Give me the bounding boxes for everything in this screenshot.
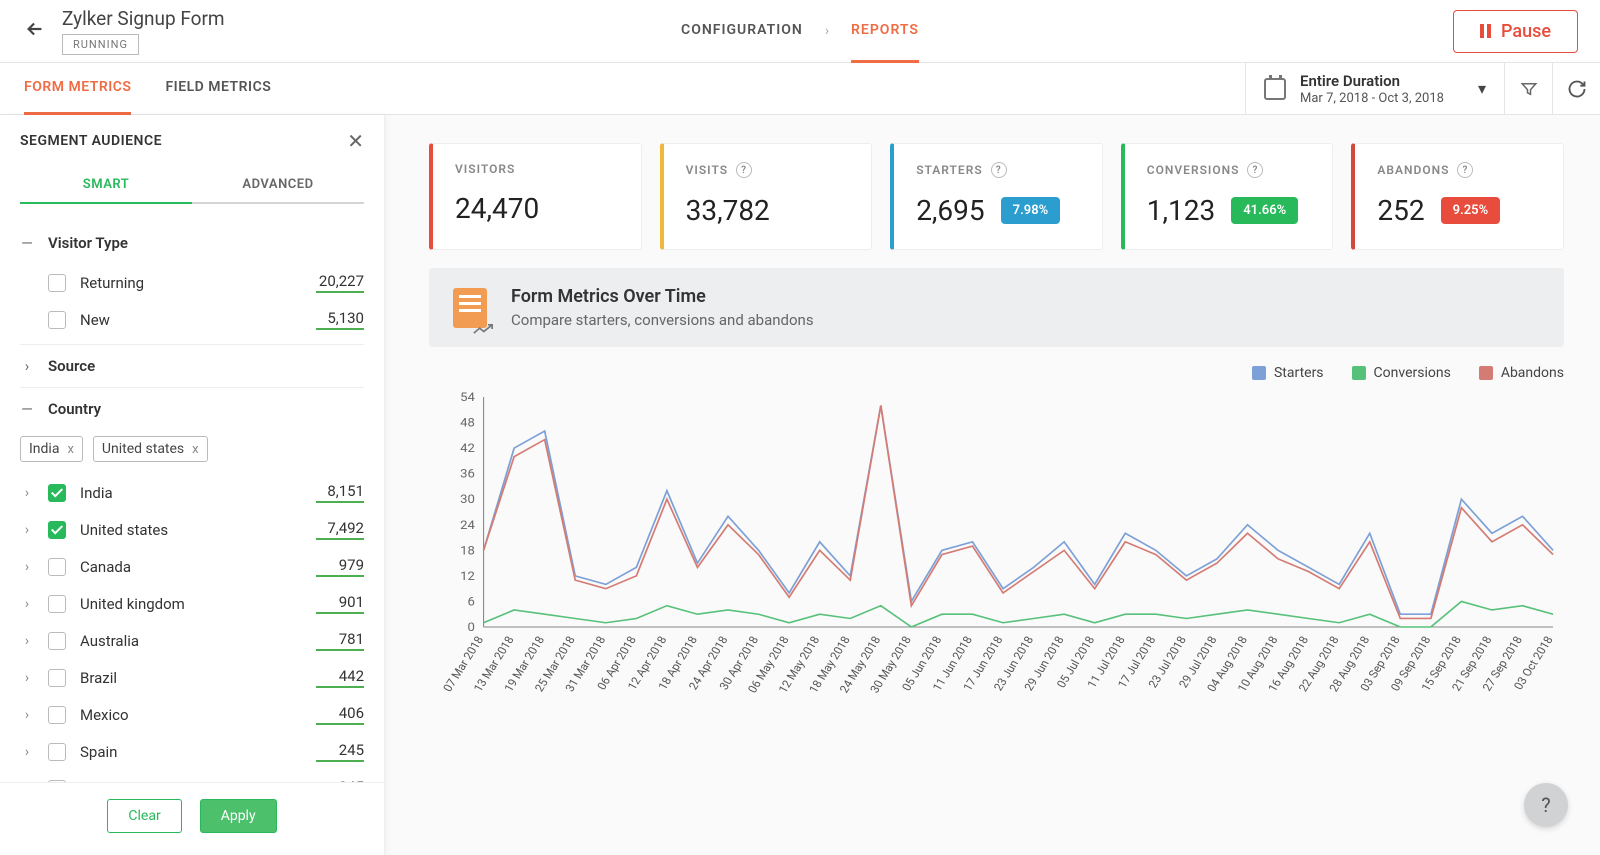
chart-header: Form Metrics Over Time Compare starters,…: [429, 268, 1564, 347]
facet-row-country[interactable]: ›Mexico406: [20, 696, 364, 733]
tab-configuration[interactable]: CONFIGURATION: [681, 0, 803, 63]
facet-visitor-type[interactable]: — Visitor Type: [20, 222, 364, 264]
facet-row-returning[interactable]: Returning 20,227: [20, 264, 364, 301]
expand-icon[interactable]: ›: [20, 559, 34, 575]
facet-row-country[interactable]: ›France245: [20, 770, 364, 782]
chart-legend: Starters Conversions Abandons: [429, 365, 1564, 381]
collapse-icon: —: [20, 234, 34, 252]
help-icon[interactable]: ?: [991, 162, 1007, 178]
facet-row-country[interactable]: ›Australia781: [20, 622, 364, 659]
facet-row-country[interactable]: ›Canada979: [20, 548, 364, 585]
trend-arrow-icon: [473, 324, 493, 334]
svg-text:24: 24: [460, 518, 475, 532]
expand-icon[interactable]: ›: [20, 707, 34, 723]
page-title: Zylker Signup Form: [62, 7, 225, 30]
card-abandons: ABANDONS? 2529.25%: [1351, 143, 1564, 250]
filter-chip-united-states: United states x: [93, 436, 208, 462]
segment-title: SEGMENT AUDIENCE: [20, 133, 162, 149]
segment-tab-advanced[interactable]: ADVANCED: [192, 167, 364, 204]
facet-row-country[interactable]: ›Brazil442: [20, 659, 364, 696]
checkbox[interactable]: [48, 595, 66, 613]
expand-icon[interactable]: ›: [20, 522, 34, 538]
svg-text:12: 12: [460, 569, 475, 583]
facet-row-country[interactable]: ›United states7,492: [20, 511, 364, 548]
apply-button[interactable]: Apply: [200, 799, 277, 833]
svg-text:54: 54: [460, 390, 475, 404]
collapse-icon: —: [20, 400, 34, 418]
starters-pct: 7.98%: [1001, 197, 1061, 224]
svg-text:0: 0: [467, 620, 474, 634]
checkbox[interactable]: [48, 706, 66, 724]
expand-icon[interactable]: ›: [20, 485, 34, 501]
pause-icon: [1480, 24, 1491, 38]
checkbox[interactable]: [48, 311, 66, 329]
tab-reports[interactable]: REPORTS: [851, 0, 919, 63]
subtab-form-metrics[interactable]: FORM METRICS: [24, 63, 131, 115]
checkbox[interactable]: [48, 632, 66, 650]
subtab-field-metrics[interactable]: FIELD METRICS: [165, 63, 271, 115]
chart-area: 06121824303642485407 Mar 201813 Mar 2018…: [429, 387, 1564, 717]
legend-swatch-abandons: [1479, 366, 1493, 380]
expand-icon: ›: [20, 357, 34, 375]
facet-row-country[interactable]: ›Spain245: [20, 733, 364, 770]
close-icon[interactable]: ✕: [347, 129, 364, 153]
abandons-pct: 9.25%: [1441, 197, 1501, 224]
chip-remove-icon[interactable]: x: [67, 442, 73, 457]
filter-chip-india: India x: [20, 436, 83, 462]
svg-text:36: 36: [460, 467, 475, 481]
chevron-right-icon: ›: [825, 23, 829, 39]
facet-source[interactable]: › Source: [20, 344, 364, 387]
checkbox[interactable]: [48, 743, 66, 761]
conversions-pct: 41.66%: [1231, 197, 1298, 224]
card-starters: STARTERS? 2,6957.98%: [890, 143, 1103, 250]
facet-country[interactable]: — Country: [20, 387, 364, 430]
checkbox[interactable]: [48, 274, 66, 292]
expand-icon[interactable]: ›: [20, 633, 34, 649]
clear-button[interactable]: Clear: [107, 799, 181, 833]
checkbox[interactable]: [48, 558, 66, 576]
expand-icon[interactable]: ›: [20, 744, 34, 760]
date-range-value: Mar 7, 2018 - Oct 3, 2018: [1300, 91, 1444, 106]
svg-text:42: 42: [460, 442, 475, 456]
checkbox[interactable]: [48, 484, 66, 502]
document-icon: [453, 288, 487, 328]
legend-swatch-conversions: [1352, 366, 1366, 380]
help-icon[interactable]: ?: [1247, 162, 1263, 178]
checkbox[interactable]: [48, 669, 66, 687]
svg-text:6: 6: [467, 595, 474, 609]
expand-icon[interactable]: ›: [20, 670, 34, 686]
checkbox[interactable]: [48, 780, 66, 783]
calendar-icon: [1264, 78, 1286, 100]
date-range-picker[interactable]: Entire Duration Mar 7, 2018 - Oct 3, 201…: [1245, 63, 1504, 115]
svg-text:18: 18: [460, 544, 475, 558]
help-icon[interactable]: ?: [1457, 162, 1473, 178]
chip-remove-icon[interactable]: x: [192, 442, 198, 457]
caret-down-icon: ▾: [1478, 79, 1486, 98]
pause-button[interactable]: Pause: [1453, 10, 1578, 53]
checkbox[interactable]: [48, 521, 66, 539]
svg-text:30: 30: [460, 493, 475, 507]
status-badge: RUNNING: [62, 34, 139, 55]
pause-label: Pause: [1501, 21, 1551, 42]
back-icon[interactable]: [24, 18, 46, 44]
card-conversions: CONVERSIONS? 1,12341.66%: [1121, 143, 1334, 250]
refresh-icon[interactable]: [1552, 63, 1600, 115]
facet-row-country[interactable]: ›India8,151: [20, 474, 364, 511]
svg-text:48: 48: [460, 416, 475, 430]
segment-tab-smart[interactable]: SMART: [20, 167, 192, 204]
help-button[interactable]: ?: [1524, 783, 1568, 827]
facet-row-country[interactable]: ›United kingdom901: [20, 585, 364, 622]
segment-panel: SEGMENT AUDIENCE ✕ SMART ADVANCED — Visi…: [0, 115, 385, 855]
legend-swatch-starters: [1252, 366, 1266, 380]
facet-row-new[interactable]: New 5,130: [20, 301, 364, 338]
help-icon[interactable]: ?: [736, 162, 752, 178]
card-visits: VISITS? 33,782: [660, 143, 873, 250]
date-range-label: Entire Duration: [1300, 72, 1444, 90]
card-visitors: VISITORS 24,470: [429, 143, 642, 250]
expand-icon[interactable]: ›: [20, 596, 34, 612]
filter-icon[interactable]: [1504, 63, 1552, 115]
